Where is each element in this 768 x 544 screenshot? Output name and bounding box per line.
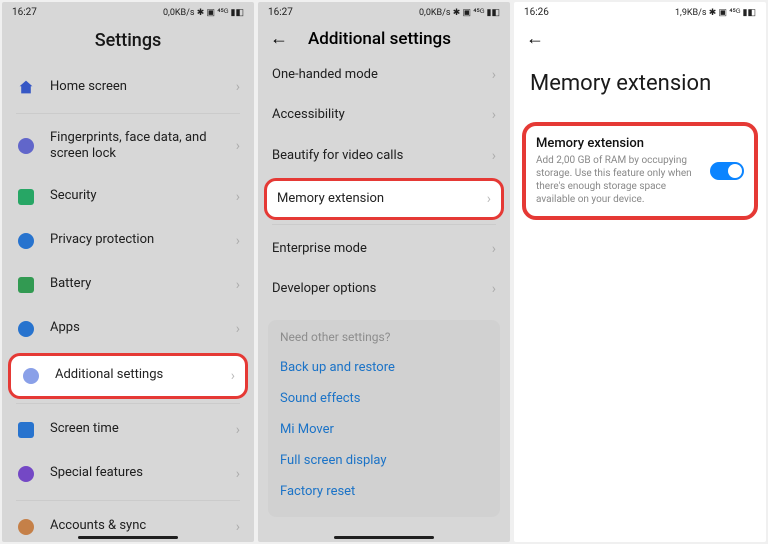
chevron-right-icon: › (487, 191, 491, 207)
chevron-right-icon: › (231, 368, 235, 384)
divider (16, 113, 240, 114)
other-settings-card: Need other settings? Back up and restore… (268, 320, 500, 517)
status-bar: 16:26 1,9KB/s ✱ ▣ ⁴⁵ᴳ ▮◧ (514, 2, 766, 22)
divider (16, 403, 240, 404)
row-label: Battery (50, 276, 236, 292)
link-sound[interactable]: Sound effects (280, 383, 488, 414)
status-bar: 16:27 0,0KB/s ✱ ▣ ⁴⁵ᴳ ▮◧ (258, 2, 510, 22)
status-indicators: 0,0KB/s ✱ ▣ ⁴⁵ᴳ ▮◧ (419, 7, 500, 18)
link-factory-reset[interactable]: Factory reset (280, 476, 488, 507)
additional-settings-screen: 16:27 0,0KB/s ✱ ▣ ⁴⁵ᴳ ▮◧ ← Additional se… (258, 2, 510, 542)
row-security[interactable]: Security › (2, 175, 254, 219)
chevron-right-icon: › (236, 466, 240, 482)
row-label: Additional settings (55, 367, 231, 383)
row-screen-time[interactable]: Screen time › (2, 408, 254, 452)
status-time: 16:27 (12, 7, 37, 18)
row-label: One-handed mode (272, 67, 492, 83)
row-additional-settings-highlight: Additional settings › (8, 353, 248, 399)
row-label: Memory extension (277, 191, 487, 207)
row-privacy[interactable]: Privacy protection › (2, 219, 254, 263)
row-label: Security (50, 188, 236, 204)
row-memory-extension-highlight: Memory extension › (264, 178, 504, 220)
row-label: Apps (50, 320, 236, 336)
chevron-right-icon: › (236, 277, 240, 293)
account-icon (16, 517, 36, 537)
chevron-right-icon: › (236, 79, 240, 95)
row-label: Fingerprints, face data, and screen lock (50, 130, 236, 163)
row-additional-settings[interactable]: Additional settings › (11, 356, 245, 396)
link-mi-mover[interactable]: Mi Mover (280, 414, 488, 445)
divider (272, 224, 496, 225)
chevron-right-icon: › (236, 422, 240, 438)
page-title: Additional settings (308, 29, 451, 49)
battery-icon (16, 275, 36, 295)
row-label: Enterprise mode (272, 241, 492, 257)
status-indicators: 0,0KB/s ✱ ▣ ⁴⁵ᴳ ▮◧ (163, 7, 244, 18)
header: ← (514, 22, 766, 55)
chevron-right-icon: › (236, 321, 240, 337)
row-label: Accessibility (272, 107, 492, 123)
chevron-right-icon: › (236, 233, 240, 249)
row-home-screen[interactable]: Home screen › (2, 65, 254, 109)
page-title: Settings (2, 30, 254, 51)
link-fullscreen[interactable]: Full screen display (280, 445, 488, 476)
card-desc: Add 2,00 GB of RAM by occupying storage.… (536, 154, 702, 206)
back-icon[interactable]: ← (270, 28, 294, 49)
header: Settings (2, 22, 254, 65)
row-label: Beautify for video calls (272, 148, 492, 164)
row-label: Privacy protection (50, 232, 236, 248)
row-apps[interactable]: Apps › (2, 307, 254, 351)
memory-extension-toggle[interactable] (710, 162, 744, 180)
page-title: Memory extension (514, 55, 766, 116)
chevron-right-icon: › (236, 519, 240, 535)
shield-icon (16, 187, 36, 207)
chevron-right-icon: › (492, 148, 496, 164)
back-icon[interactable]: ← (526, 28, 550, 49)
row-label: Home screen (50, 79, 236, 95)
status-time: 16:27 (268, 7, 293, 18)
chevron-right-icon: › (236, 189, 240, 205)
chevron-right-icon: › (236, 138, 240, 154)
card-title: Memory extension (536, 136, 702, 151)
row-developer[interactable]: Developer options › (258, 269, 510, 309)
settings-icon (21, 366, 41, 386)
chevron-right-icon: › (492, 281, 496, 297)
row-label: Developer options (272, 281, 492, 297)
chevron-right-icon: › (492, 241, 496, 257)
settings-screen: 16:27 0,0KB/s ✱ ▣ ⁴⁵ᴳ ▮◧ Settings Home s… (2, 2, 254, 542)
fingerprint-icon (16, 136, 36, 156)
row-beautify[interactable]: Beautify for video calls › (258, 136, 510, 176)
row-one-handed[interactable]: One-handed mode › (258, 49, 510, 95)
home-indicator[interactable] (78, 536, 178, 539)
header: ← Additional settings (258, 22, 510, 49)
memory-extension-screen: 16:26 1,9KB/s ✱ ▣ ⁴⁵ᴳ ▮◧ ← Memory extens… (514, 2, 766, 542)
apps-icon (16, 319, 36, 339)
row-battery[interactable]: Battery › (2, 263, 254, 307)
row-label: Special features (50, 465, 236, 481)
row-memory-extension[interactable]: Memory extension › (267, 181, 501, 217)
chevron-right-icon: › (492, 107, 496, 123)
row-label: Accounts & sync (50, 518, 236, 534)
row-enterprise[interactable]: Enterprise mode › (258, 229, 510, 269)
row-fingerprints[interactable]: Fingerprints, face data, and screen lock… (2, 118, 254, 175)
special-features-icon (16, 464, 36, 484)
home-indicator[interactable] (334, 536, 434, 539)
status-indicators: 1,9KB/s ✱ ▣ ⁴⁵ᴳ ▮◧ (675, 7, 756, 18)
memory-extension-text: Memory extension Add 2,00 GB of RAM by o… (536, 136, 702, 206)
home-icon (16, 77, 36, 97)
privacy-icon (16, 231, 36, 251)
status-bar: 16:27 0,0KB/s ✱ ▣ ⁴⁵ᴳ ▮◧ (2, 2, 254, 22)
row-accessibility[interactable]: Accessibility › (258, 95, 510, 135)
screen-time-icon (16, 420, 36, 440)
link-backup[interactable]: Back up and restore (280, 352, 488, 383)
chevron-right-icon: › (492, 67, 496, 83)
status-time: 16:26 (524, 7, 549, 18)
row-special-features[interactable]: Special features › (2, 452, 254, 496)
row-label: Screen time (50, 421, 236, 437)
card-hint: Need other settings? (280, 330, 488, 344)
memory-extension-card-highlight: Memory extension Add 2,00 GB of RAM by o… (522, 122, 758, 220)
divider (16, 500, 240, 501)
